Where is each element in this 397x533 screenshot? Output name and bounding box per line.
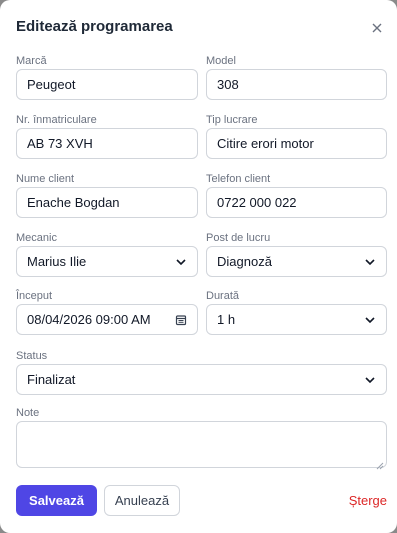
plate-value: AB 73 XVH <box>27 136 93 151</box>
status-select[interactable]: Finalizat <box>16 364 387 395</box>
notes-textarea[interactable] <box>16 421 387 470</box>
client-name-label: Nume client <box>16 173 75 185</box>
status-value: Finalizat <box>27 372 76 387</box>
dialog-title: Editează programarea <box>16 18 173 35</box>
chevron-down-icon <box>364 314 376 326</box>
close-icon[interactable] <box>367 18 387 38</box>
edit-appointment-dialog: Editează programarea Marcă Peugeot Model… <box>0 0 397 533</box>
notes-label: Note <box>16 407 40 419</box>
brand-input[interactable]: Peugeot <box>16 69 198 100</box>
chevron-down-icon <box>364 374 376 386</box>
plate-input[interactable]: AB 73 XVH <box>16 128 198 159</box>
mechanic-value: Marius Ilie <box>27 254 87 269</box>
job-type-value: Citire erori motor <box>217 136 314 151</box>
delete-button[interactable]: Șterge <box>349 493 387 508</box>
client-phone-value: 0722 000 022 <box>217 195 297 210</box>
mechanic-label: Mecanic <box>16 232 57 244</box>
model-value: 308 <box>217 77 239 92</box>
start-datetime-input[interactable]: 08/04/2026 09:00 AM <box>16 304 198 335</box>
brand-label: Marcă <box>16 55 47 67</box>
mechanic-select[interactable]: Marius Ilie <box>16 246 198 277</box>
job-type-input[interactable]: Citire erori motor <box>206 128 387 159</box>
workstation-value: Diagnoză <box>217 254 272 269</box>
save-button[interactable]: Salvează <box>16 485 97 516</box>
job-type-label: Tip lucrare <box>206 114 258 126</box>
client-name-input[interactable]: Enache Bogdan <box>16 187 198 218</box>
model-label: Model <box>206 55 236 67</box>
chevron-down-icon <box>175 256 187 268</box>
client-phone-input[interactable]: 0722 000 022 <box>206 187 387 218</box>
brand-value: Peugeot <box>27 77 76 92</box>
cancel-button[interactable]: Anulează <box>104 485 180 516</box>
workstation-select[interactable]: Diagnoză <box>206 246 387 277</box>
duration-label: Durată <box>206 290 240 302</box>
start-label: Început <box>16 290 53 302</box>
duration-select[interactable]: 1 h <box>206 304 387 335</box>
duration-value: 1 h <box>217 312 236 327</box>
calendar-icon[interactable] <box>175 314 187 326</box>
start-value: 08/04/2026 09:00 AM <box>27 312 151 327</box>
status-label: Status <box>16 350 48 362</box>
resize-handle-icon[interactable] <box>376 457 384 470</box>
client-phone-label: Telefon client <box>206 173 271 185</box>
model-input[interactable]: 308 <box>206 69 387 100</box>
client-name-value: Enache Bogdan <box>27 195 120 210</box>
plate-label: Nr. înmatriculare <box>16 114 97 126</box>
workstation-label: Post de lucru <box>206 232 271 244</box>
chevron-down-icon <box>364 256 376 268</box>
